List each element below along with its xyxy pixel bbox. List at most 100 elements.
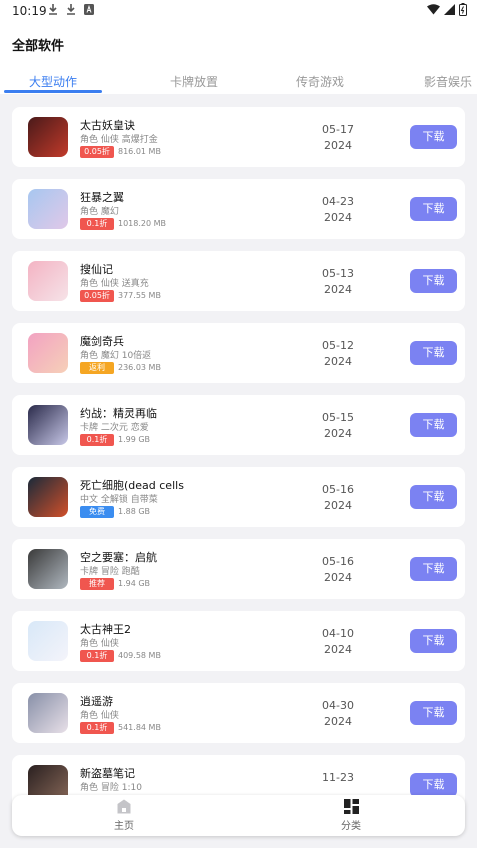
app-card[interactable]: 逍遥游 角色 仙侠 0.1折 541.84 MB 04-30 2024 下载 (12, 683, 465, 743)
release-year: 2024 (324, 499, 352, 512)
app-name: 太古妖皇诀 (80, 119, 135, 132)
download-icon (48, 4, 58, 19)
download-button[interactable]: 下载 (410, 125, 457, 149)
download-button[interactable]: 下载 (410, 413, 457, 437)
download-button[interactable]: 下载 (410, 701, 457, 725)
release-date: 04-30 (322, 699, 354, 712)
app-size: 1.88 GB (118, 507, 151, 516)
discount-badge: 0.05折 (80, 290, 114, 302)
app-size: 1.99 GB (118, 435, 151, 444)
release-year: 2024 (324, 715, 352, 728)
tab-card[interactable]: 卡牌放置 (144, 73, 244, 90)
app-name: 狂暴之翼 (80, 191, 124, 204)
release-date: 04-10 (322, 627, 354, 640)
app-card[interactable]: 约战：精灵再临 卡牌 二次元 恋爱 0.1折 1.99 GB 05-15 202… (12, 395, 465, 455)
page-title: 全部软件 (12, 39, 65, 54)
download-button[interactable]: 下载 (410, 341, 457, 365)
release-date: 05-17 (322, 123, 354, 136)
app-icon (28, 549, 68, 589)
status-bar: 10:19 (0, 0, 477, 22)
app-tags: 角色 仙侠 (80, 639, 119, 649)
status-time: 10:19 (12, 4, 47, 18)
app-card[interactable]: 狂暴之翼 角色 魔幻 0.1折 1018.20 MB 04-23 2024 下载 (12, 179, 465, 239)
page-header: 全部软件 大型动作 卡牌放置 传奇游戏 影音娱乐 (0, 22, 477, 94)
download-button[interactable]: 下载 (410, 269, 457, 293)
nav-category[interactable]: 分类 (311, 799, 391, 832)
download-button[interactable]: 下载 (410, 197, 457, 221)
a-icon (84, 4, 94, 19)
bottom-nav: 主页 分类 (12, 795, 465, 836)
release-year: 2024 (324, 211, 352, 224)
tab-legend[interactable]: 传奇游戏 (270, 73, 370, 90)
release-date: 04-23 (322, 195, 354, 208)
app-card[interactable]: 太古妖皇诀 角色 仙侠 高爆打金 0.05折 816.01 MB 05-17 2… (12, 107, 465, 167)
release-date: 05-12 (322, 339, 354, 352)
discount-badge: 0.1折 (80, 650, 114, 662)
download-button[interactable]: 下载 (410, 485, 457, 509)
app-card[interactable]: 魔剑奇兵 角色 魔幻 10倍返 返利 236.03 MB 05-12 2024 … (12, 323, 465, 383)
notification-icons (48, 4, 94, 19)
app-size: 409.58 MB (118, 651, 161, 660)
wifi-icon (427, 4, 440, 18)
release-date: 05-15 (322, 411, 354, 424)
download-icon (66, 4, 76, 19)
app-icon (28, 333, 68, 373)
release-year: 2024 (324, 643, 352, 656)
app-icon (28, 693, 68, 733)
app-size: 1018.20 MB (118, 219, 167, 228)
app-icon (28, 117, 68, 157)
app-list: 太古妖皇诀 角色 仙侠 高爆打金 0.05折 816.01 MB 05-17 2… (0, 94, 477, 848)
app-tags: 角色 魔幻 10倍返 (80, 351, 152, 361)
app-name: 死亡细胞(dead cells (80, 479, 184, 492)
release-year: 2024 (324, 571, 352, 584)
app-name: 约战：精灵再临 (80, 407, 157, 420)
app-card[interactable]: 空之要塞：启航 卡牌 冒险 跑酷 推荐 1.94 GB 05-16 2024 下… (12, 539, 465, 599)
nav-category-label: 分类 (341, 821, 361, 832)
app-size: 377.55 MB (118, 291, 161, 300)
discount-badge: 0.1折 (80, 722, 114, 734)
app-name: 搜仙记 (80, 263, 113, 276)
app-size: 236.03 MB (118, 363, 161, 372)
download-button[interactable]: 下载 (410, 773, 457, 797)
app-size: 1.94 GB (118, 579, 151, 588)
app-name: 空之要塞：启航 (80, 551, 157, 564)
download-button[interactable]: 下载 (410, 629, 457, 653)
app-tags: 角色 仙侠 送真充 (80, 279, 149, 289)
app-icon (28, 477, 68, 517)
app-tags: 卡牌 二次元 恋爱 (80, 423, 149, 433)
app-icon (28, 261, 68, 301)
discount-badge: 0.1折 (80, 218, 114, 230)
app-card[interactable]: 死亡细胞(dead cells 中文 全解锁 自带菜 免费 1.88 GB 05… (12, 467, 465, 527)
download-button[interactable]: 下载 (410, 557, 457, 581)
discount-badge: 0.05折 (80, 146, 114, 158)
home-icon (84, 799, 164, 815)
app-size: 816.01 MB (118, 147, 161, 156)
rebate-badge: 返利 (80, 362, 114, 374)
signal-icon (444, 4, 455, 18)
app-card[interactable]: 太古神王2 角色 仙侠 0.1折 409.58 MB 04-10 2024 下载 (12, 611, 465, 671)
app-name: 魔剑奇兵 (80, 335, 124, 348)
release-date: 05-16 (322, 483, 354, 496)
nav-home[interactable]: 主页 (84, 799, 164, 832)
app-name: 逍遥游 (80, 695, 113, 708)
release-year: 2024 (324, 427, 352, 440)
nav-home-label: 主页 (114, 821, 134, 832)
free-badge: 免费 (80, 506, 114, 518)
system-icons (427, 3, 467, 19)
app-size: 541.84 MB (118, 723, 161, 732)
app-icon (28, 405, 68, 445)
app-tags: 角色 魔幻 (80, 207, 119, 217)
app-card[interactable]: 搜仙记 角色 仙侠 送真充 0.05折 377.55 MB 05-13 2024… (12, 251, 465, 311)
release-year: 2024 (324, 283, 352, 296)
tab-action[interactable]: 大型动作 (3, 73, 103, 90)
discount-badge: 0.1折 (80, 434, 114, 446)
app-tags: 中文 全解锁 自带菜 (80, 495, 158, 505)
release-date: 11-23 (322, 771, 354, 784)
app-tags: 卡牌 冒险 跑酷 (80, 567, 140, 577)
category-icon (311, 799, 391, 815)
app-tags: 角色 仙侠 (80, 711, 119, 721)
release-date: 05-16 (322, 555, 354, 568)
app-tags: 角色 仙侠 高爆打金 (80, 135, 158, 145)
active-tab-indicator (4, 90, 102, 93)
tab-media[interactable]: 影音娱乐 (398, 73, 477, 90)
